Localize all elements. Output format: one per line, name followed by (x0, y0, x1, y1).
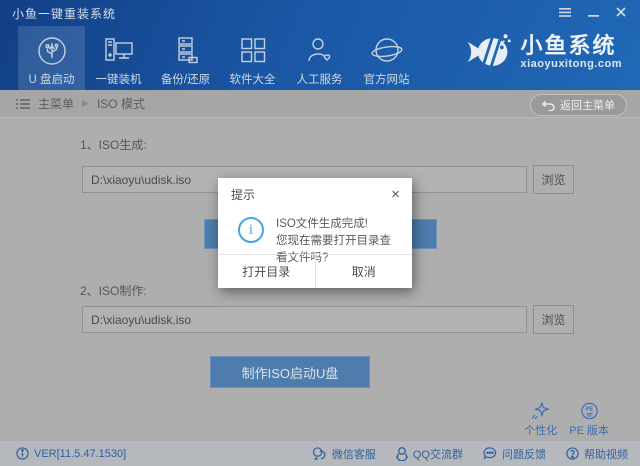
nav-item-backup-restore[interactable]: 备份/还原 (152, 26, 219, 90)
close-icon[interactable] (610, 4, 632, 20)
undo-arrow-icon (542, 100, 555, 111)
iso-make-path-input[interactable] (82, 306, 527, 333)
svg-text:PE: PE (586, 407, 594, 413)
header: 小鱼一键重装系统 U 盘启动 (0, 0, 640, 90)
backup-restore-icon (169, 33, 203, 69)
pe-version-link[interactable]: PE PE 版本 (569, 402, 609, 438)
wechat-support-link[interactable]: 微信客服 (312, 446, 376, 462)
nav-item-label: 人工服务 (297, 71, 343, 87)
status-bar: VER[11.5.47.1530] 微信客服 QQ交流群 问题反馈 帮助视频 (0, 440, 640, 466)
nav-item-official-site[interactable]: 官方网站 (353, 26, 420, 90)
usb-icon (35, 33, 69, 69)
nav-item-one-key-install[interactable]: 一键装机 (85, 26, 152, 90)
qq-penguin-icon (396, 447, 408, 461)
breadcrumb-main-menu[interactable]: 主菜单 (38, 95, 74, 112)
magic-star-icon (531, 402, 551, 420)
computer-icon (101, 33, 137, 69)
minimize-icon[interactable] (582, 4, 604, 20)
iso-make-browse-button[interactable]: 浏览 (533, 305, 574, 334)
title-bar: 小鱼一键重装系统 (0, 0, 640, 26)
feedback-bubble-icon (483, 447, 497, 460)
back-button-label: 返回主菜单 (560, 97, 615, 113)
window-controls (554, 4, 632, 20)
list-icon (16, 98, 30, 110)
help-video-link[interactable]: 帮助视频 (566, 446, 628, 462)
prompt-dialog: 提示 × i ISO文件生成完成! 您现在需要打开目录查看文件吗? 打开目录 取… (218, 178, 412, 288)
breadcrumb-current: ISO 模式 (97, 95, 145, 112)
info-icon (16, 447, 29, 460)
app-window: 小鱼一键重装系统 U 盘启动 (0, 0, 640, 466)
logo-name: 小鱼系统 (520, 34, 622, 57)
dialog-close-icon[interactable]: × (391, 188, 400, 201)
iso-generate-label: 1、ISO生成: (80, 136, 147, 153)
qq-group-link[interactable]: QQ交流群 (396, 446, 463, 462)
software-grid-icon (236, 33, 270, 69)
wechat-icon (312, 447, 327, 460)
dialog-footer: 打开目录 取消 (218, 254, 412, 288)
personalize-link[interactable]: 个性化 (524, 402, 557, 438)
logo-domain: xiaoyuxitong.com (520, 59, 622, 71)
dialog-cancel-button[interactable]: 取消 (316, 255, 413, 288)
feedback-label: 问题反馈 (502, 446, 546, 462)
wechat-label: 微信客服 (332, 446, 376, 462)
nav-item-label: 官方网站 (364, 71, 410, 87)
version-label: VER[11.5.47.1530] (34, 448, 126, 460)
website-globe-icon (369, 33, 405, 69)
nav-item-label: 备份/还原 (161, 71, 210, 87)
dialog-header: 提示 × (218, 178, 412, 205)
iso-generate-browse-button[interactable]: 浏览 (533, 165, 574, 194)
dialog-title: 提示 (231, 186, 255, 203)
info-circle-icon: i (238, 217, 264, 243)
nav-item-label: 一键装机 (96, 71, 142, 87)
breadcrumb-arrow-icon: ▶ (82, 98, 89, 109)
qq-group-label: QQ交流群 (413, 446, 463, 462)
nav-item-usb-boot[interactable]: U 盘启动 (18, 26, 85, 90)
iso-make-label: 2、ISO制作: (80, 282, 147, 299)
quick-links: 个性化 PE PE 版本 (524, 402, 609, 438)
help-video-label: 帮助视频 (584, 446, 628, 462)
brand-logo: 小鱼系统 xiaoyuxitong.com (464, 32, 622, 72)
window-menu-icon[interactable] (554, 4, 576, 20)
personalize-label: 个性化 (524, 422, 557, 438)
window-title: 小鱼一键重装系统 (0, 5, 116, 22)
breadcrumb: 主菜单 ▶ ISO 模式 返回主菜单 (0, 90, 640, 118)
dialog-message-line1: ISO文件生成完成! (276, 216, 402, 233)
fish-logo-icon (464, 32, 512, 72)
back-to-main-menu-button[interactable]: 返回主菜单 (530, 94, 627, 116)
help-icon (566, 447, 579, 460)
pe-badge-icon: PE (580, 402, 599, 420)
open-directory-button[interactable]: 打开目录 (218, 255, 316, 288)
nav-item-software[interactable]: 软件大全 (219, 26, 286, 90)
nav-item-customer-service[interactable]: 人工服务 (286, 26, 353, 90)
status-links: 微信客服 QQ交流群 问题反馈 帮助视频 (312, 446, 628, 462)
version-info: VER[11.5.47.1530] (0, 447, 126, 460)
nav-item-label: 软件大全 (230, 71, 276, 87)
feedback-link[interactable]: 问题反馈 (483, 446, 546, 462)
nav-item-label: U 盘启动 (29, 71, 75, 87)
customer-service-icon (303, 33, 337, 69)
pe-version-label: PE 版本 (569, 422, 609, 438)
make-iso-usb-button[interactable]: 制作ISO启动U盘 (210, 356, 370, 388)
